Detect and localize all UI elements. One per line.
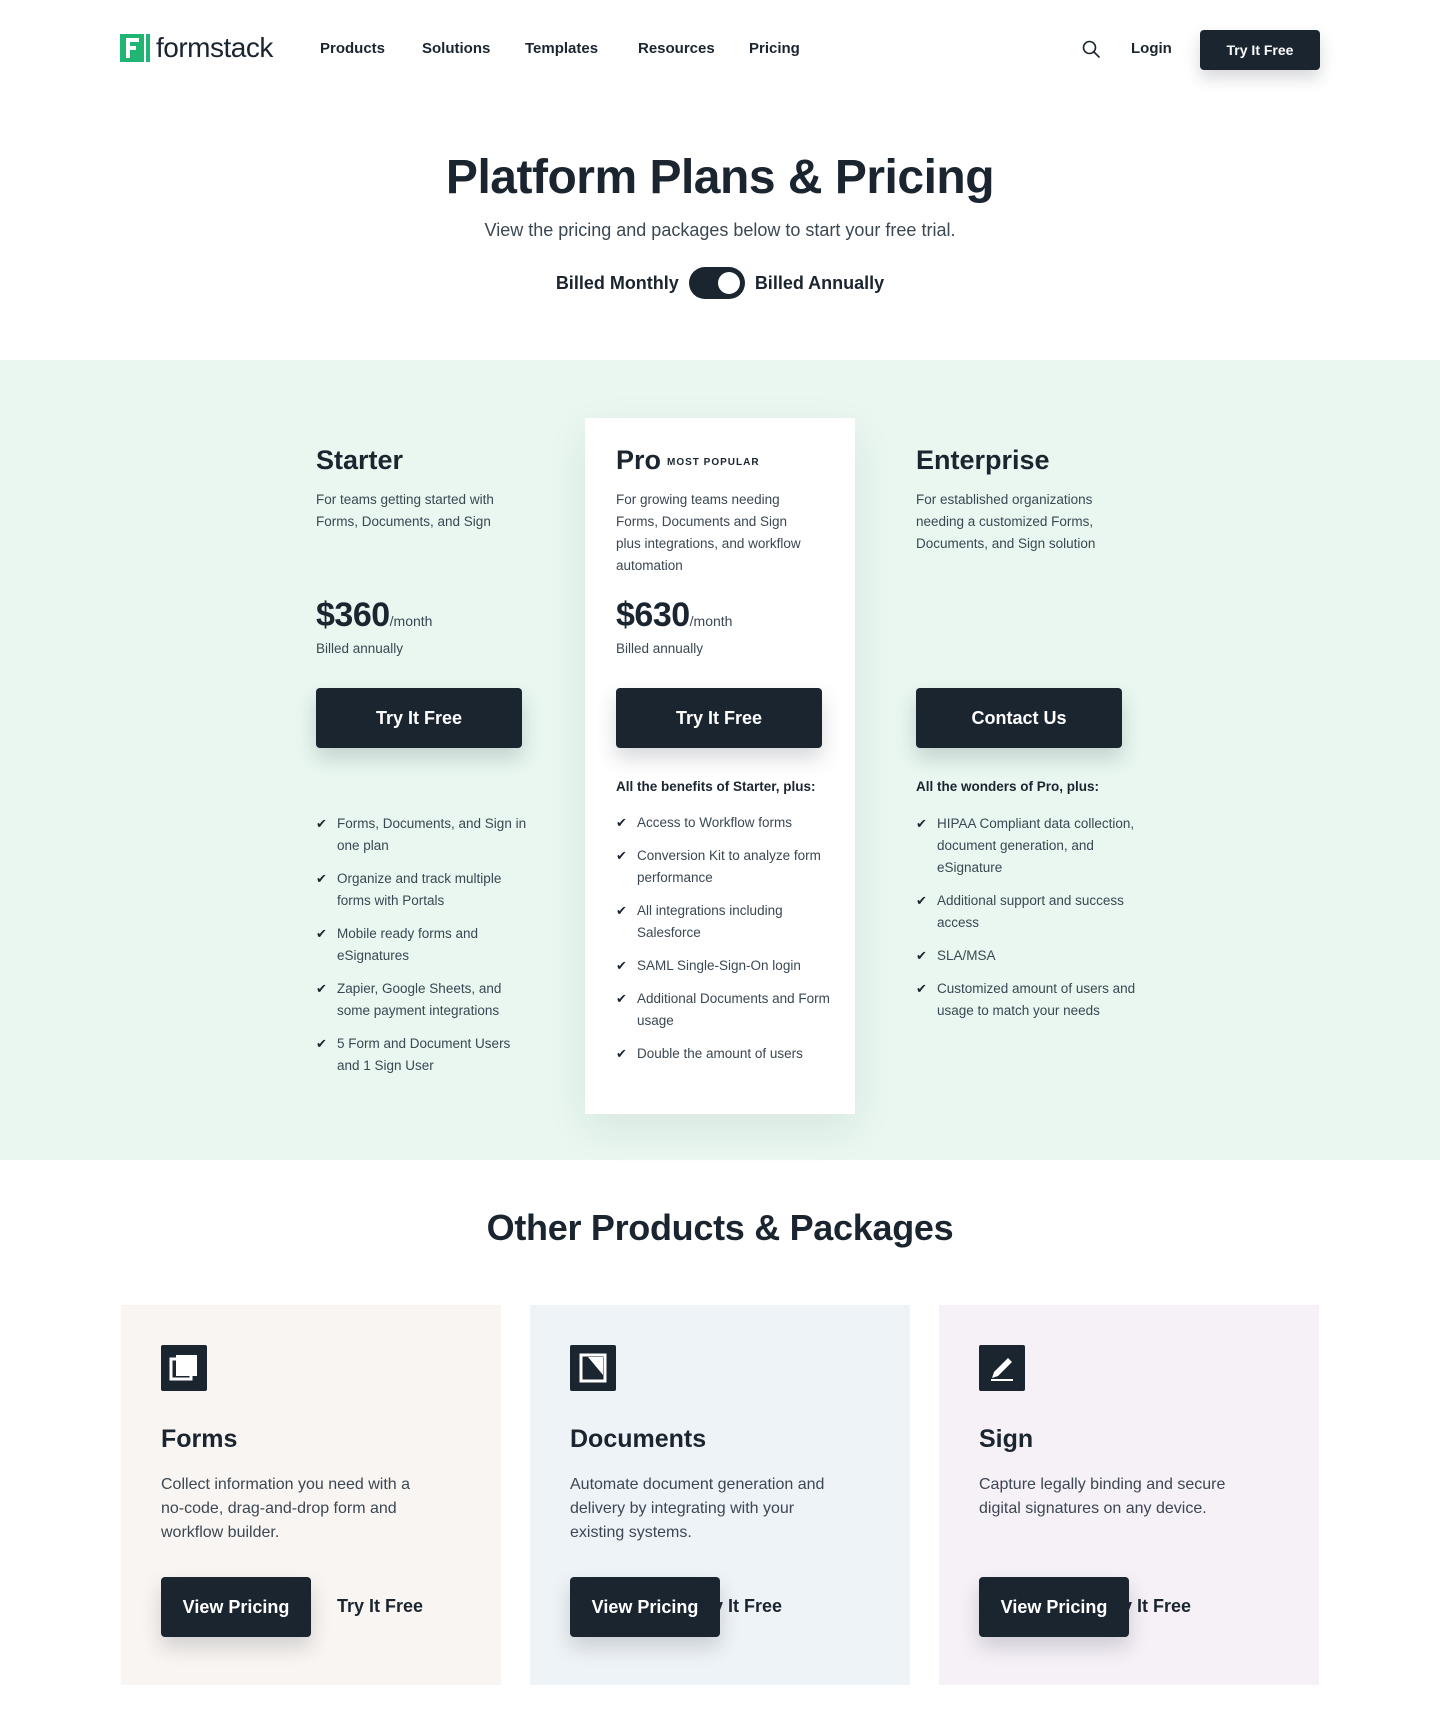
contact-us-button[interactable]: Contact Us bbox=[916, 688, 1122, 748]
check-icon: ✔ bbox=[916, 893, 927, 908]
plan-starter: Starter For teams getting started with F… bbox=[316, 443, 556, 1073]
billing-toggle-row: Billed Monthly Billed Annually bbox=[0, 267, 1440, 299]
starter-try-it-free-button[interactable]: Try It Free bbox=[316, 688, 522, 748]
documents-try-it-free-link[interactable]: Try It Free bbox=[696, 1596, 782, 1617]
nav-resources[interactable]: Resources bbox=[638, 40, 715, 57]
price-period: /month bbox=[389, 613, 433, 629]
formstack-logo[interactable]: formstack bbox=[120, 34, 273, 62]
plan-features-intro: All the wonders of Pro, plus: bbox=[916, 779, 1100, 794]
pro-try-it-free-button[interactable]: Try It Free bbox=[616, 688, 822, 748]
check-icon: ✔ bbox=[916, 816, 927, 831]
plan-features-intro: All the benefits of Starter, plus: bbox=[616, 779, 816, 794]
plan-description: For growing teams needing Forms, Documen… bbox=[616, 492, 801, 573]
check-icon: ✔ bbox=[616, 991, 627, 1006]
site-header: formstack Products Solutions Templates R… bbox=[0, 0, 1440, 100]
product-card-sign: Sign Capture legally binding and secure … bbox=[939, 1305, 1319, 1685]
feature-item: ✔ Customized amount of users and usage to… bbox=[916, 978, 1136, 1022]
product-title: Sign bbox=[979, 1425, 1034, 1453]
feature-item: ✔ Organize and track multiple forms with … bbox=[316, 868, 536, 912]
formstack-logo-icon bbox=[120, 34, 150, 62]
plan-name: Pro bbox=[616, 444, 662, 475]
documents-icon bbox=[570, 1345, 616, 1391]
feature-item: ✔ Additional Documents and Form usage bbox=[616, 988, 836, 1032]
plan-price: $360 bbox=[316, 596, 390, 634]
forms-view-pricing-button[interactable]: View Pricing bbox=[161, 1577, 311, 1637]
product-title: Documents bbox=[570, 1425, 707, 1453]
feature-item: ✔ All integrations including Salesforce bbox=[616, 900, 836, 944]
check-icon: ✔ bbox=[316, 1036, 327, 1051]
most-popular-badge: MOST POPULAR bbox=[667, 456, 760, 468]
feature-item: ✔ SLA/MSA bbox=[916, 945, 1136, 967]
plan-description: For teams getting started with Forms, Do… bbox=[316, 492, 494, 529]
feature-item: ✔ 5 Form and Document Users and 1 Sign Us… bbox=[316, 1033, 536, 1077]
logo-text: formstack bbox=[156, 32, 273, 63]
billing-note: Billed annually bbox=[616, 641, 704, 656]
product-description: Collect information you need with a no-c… bbox=[161, 1476, 411, 1541]
product-description: Automate document generation and deliver… bbox=[570, 1476, 825, 1541]
feature-list: ✔ Access to Workflow forms ✔ Conversion Ki… bbox=[616, 812, 836, 1076]
nav-solutions[interactable]: Solutions bbox=[422, 40, 490, 57]
forms-try-it-free-link[interactable]: Try It Free bbox=[337, 1596, 423, 1617]
sign-try-it-free-link[interactable]: Try It Free bbox=[1105, 1596, 1191, 1617]
other-products-title: Other Products & Packages bbox=[486, 1207, 954, 1248]
check-icon: ✔ bbox=[316, 816, 327, 831]
nav-templates[interactable]: Templates bbox=[525, 40, 598, 57]
feature-item: ✔ Additional support and success access bbox=[916, 890, 1136, 934]
nav-products[interactable]: Products bbox=[320, 40, 385, 57]
product-description: Capture legally binding and secure digit… bbox=[979, 1476, 1226, 1517]
product-card-forms: Forms Collect information you need with … bbox=[121, 1305, 501, 1685]
search-icon[interactable] bbox=[1082, 40, 1100, 58]
sign-icon bbox=[979, 1345, 1025, 1391]
plan-price: $630 bbox=[616, 596, 690, 634]
check-icon: ✔ bbox=[916, 981, 927, 996]
feature-list: ✔ HIPAA Compliant data collection, docume… bbox=[916, 813, 1136, 1033]
check-icon: ✔ bbox=[616, 1046, 627, 1061]
toggle-knob bbox=[717, 272, 740, 294]
billed-monthly-label[interactable]: Billed Monthly bbox=[556, 273, 679, 294]
check-icon: ✔ bbox=[316, 871, 327, 886]
check-icon: ✔ bbox=[316, 981, 327, 996]
check-icon: ✔ bbox=[916, 948, 927, 963]
feature-item: ✔ HIPAA Compliant data collection, docume… bbox=[916, 813, 1136, 879]
check-icon: ✔ bbox=[316, 926, 327, 941]
feature-item: ✔ Double the amount of users bbox=[616, 1043, 836, 1065]
feature-item: ✔ Zapier, Google Sheets, and some payment… bbox=[316, 978, 536, 1022]
billing-note: Billed annually bbox=[316, 641, 404, 656]
feature-item: ✔ Mobile ready forms and eSignatures bbox=[316, 923, 536, 967]
login-link[interactable]: Login bbox=[1131, 40, 1172, 57]
feature-item: ✔ SAML Single-Sign-On login bbox=[616, 955, 836, 977]
feature-item: ✔ Conversion Kit to analyze form performa… bbox=[616, 845, 836, 889]
plan-name: Starter bbox=[316, 444, 404, 475]
check-icon: ✔ bbox=[616, 848, 627, 863]
plan-description: For established organizations needing a … bbox=[916, 492, 1096, 551]
billed-annually-label[interactable]: Billed Annually bbox=[755, 273, 884, 294]
product-card-documents: Documents Automate document generation a… bbox=[530, 1305, 910, 1685]
check-icon: ✔ bbox=[616, 958, 627, 973]
plan-name: Enterprise bbox=[916, 444, 1050, 475]
billing-toggle[interactable] bbox=[688, 267, 745, 299]
feature-item: ✔ Forms, Documents, and Sign in one plan bbox=[316, 813, 536, 857]
page-subtitle: View the pricing and packages below to s… bbox=[484, 220, 956, 240]
nav-pricing[interactable]: Pricing bbox=[749, 40, 800, 57]
plan-enterprise: Enterprise For established organizations… bbox=[916, 443, 1156, 1018]
price-period: /month bbox=[689, 613, 733, 629]
plan-pro: Pro MOST POPULAR For growing teams needi… bbox=[616, 443, 856, 1061]
check-icon: ✔ bbox=[616, 815, 627, 830]
header-try-it-free-button[interactable]: Try It Free bbox=[1200, 30, 1320, 70]
check-icon: ✔ bbox=[616, 903, 627, 918]
feature-list: ✔ Forms, Documents, and Sign in one plan … bbox=[316, 813, 536, 1088]
feature-item: ✔ Access to Workflow forms bbox=[616, 812, 836, 834]
product-title: Forms bbox=[161, 1425, 238, 1453]
page-title: Platform Plans & Pricing bbox=[445, 151, 995, 204]
forms-icon bbox=[161, 1345, 207, 1391]
